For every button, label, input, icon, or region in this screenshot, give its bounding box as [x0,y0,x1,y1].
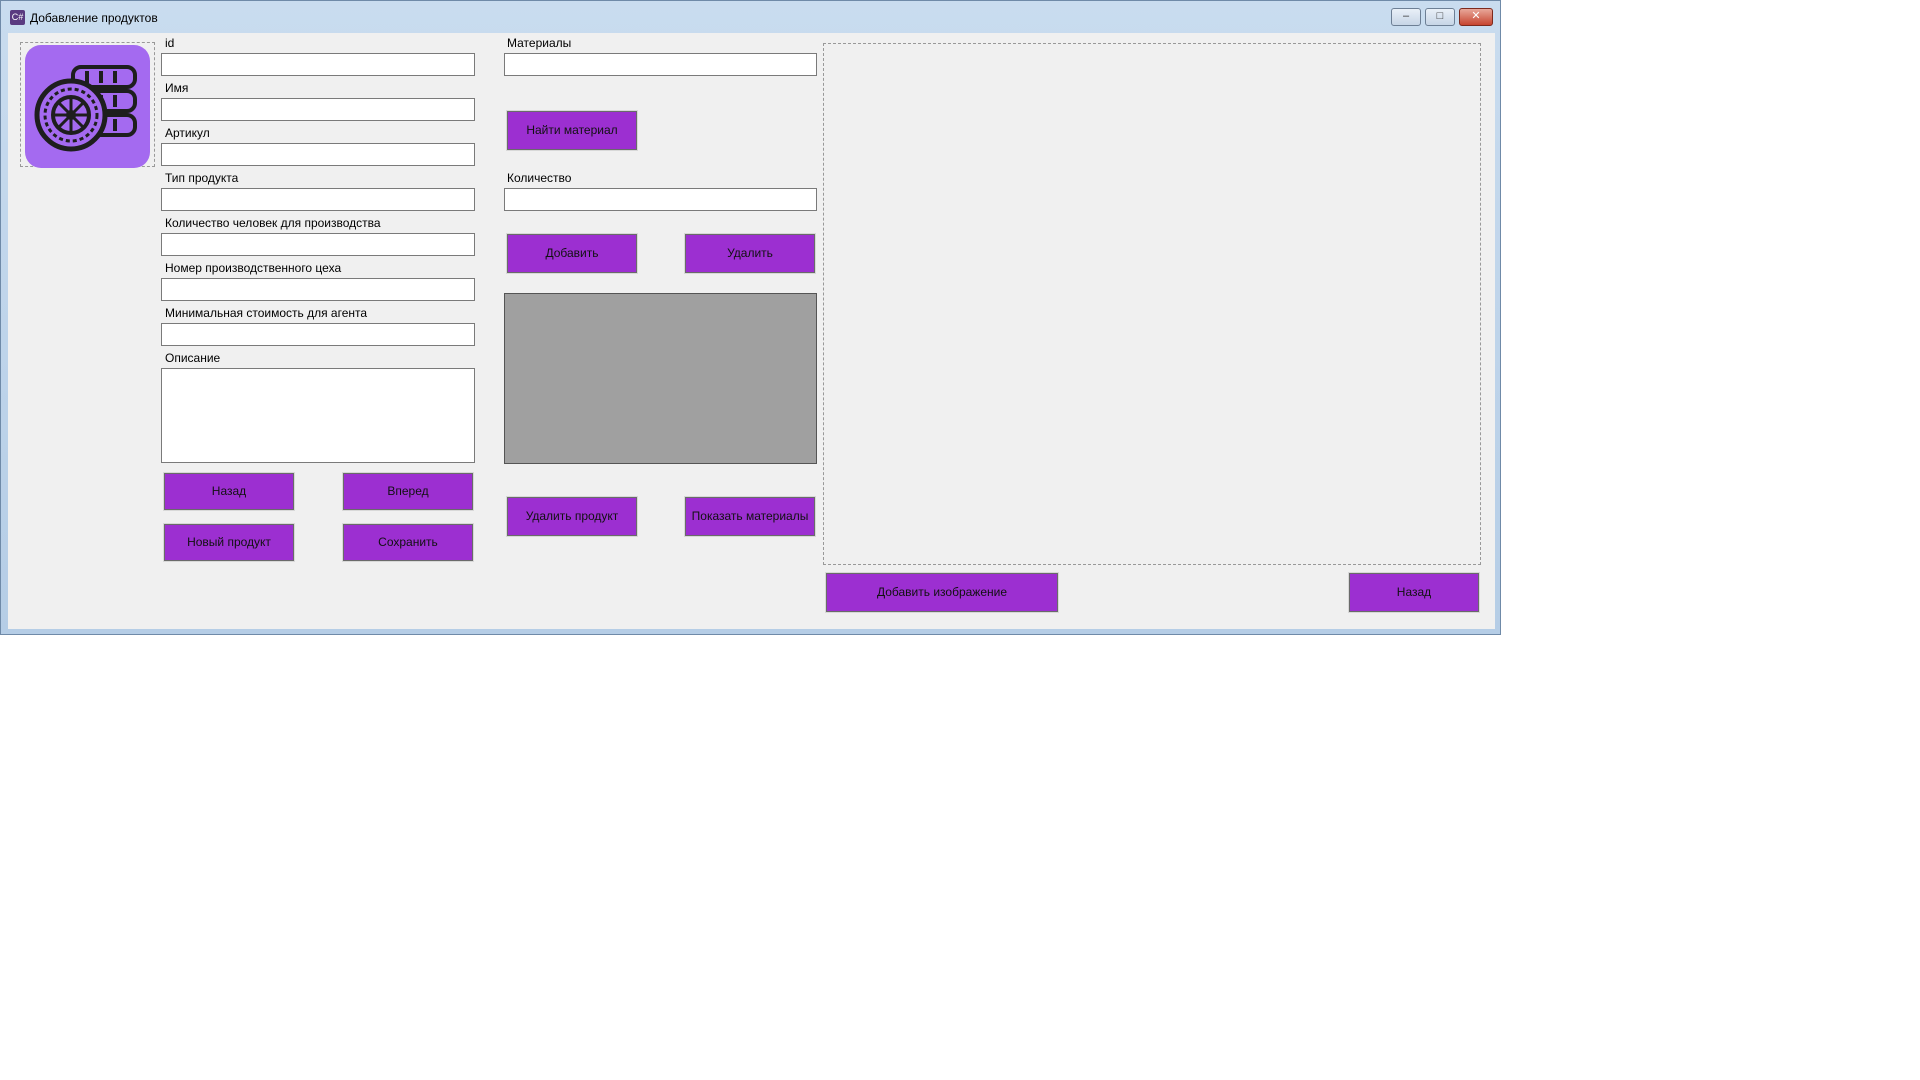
name-input[interactable] [161,98,475,121]
new-product-button[interactable]: Новый продукт [163,523,295,562]
form-client-area: id Имя Артикул Тип продукта Количество ч… [8,33,1495,629]
id-input[interactable] [161,53,475,76]
description-label: Описание [165,351,221,365]
logo-frame [20,42,155,168]
maximize-button[interactable]: □ [1425,8,1455,26]
id-label: id [165,36,175,50]
add-image-button[interactable]: Добавить изображение [825,572,1059,613]
image-back-button[interactable]: Назад [1348,572,1480,613]
people-count-input[interactable] [161,233,475,256]
minimize-icon: – [1402,10,1410,22]
article-input[interactable] [161,143,475,166]
save-button[interactable]: Сохранить [342,523,474,562]
workshop-number-label: Номер производственного цеха [165,261,342,275]
maximize-icon: □ [1436,10,1444,22]
product-type-input[interactable] [161,188,475,211]
name-label: Имя [165,81,189,95]
close-button[interactable]: ✕ [1459,8,1493,26]
product-image-area [823,43,1481,565]
close-icon: ✕ [1471,10,1481,22]
workshop-number-input[interactable] [161,278,475,301]
quantity-input[interactable] [504,188,817,211]
description-textarea[interactable] [161,368,475,463]
add-material-button[interactable]: Добавить [506,233,638,274]
app-icon: C# [10,10,25,25]
product-type-label: Тип продукта [165,171,239,185]
window-title: Добавление продуктов [30,11,158,25]
back-button[interactable]: Назад [163,472,295,511]
tire-wheel-icon [25,45,150,168]
show-materials-button[interactable]: Показать материалы [684,496,816,537]
forward-button[interactable]: Вперед [342,472,474,511]
materials-grid[interactable] [504,293,817,464]
people-count-label: Количество человек для производства [165,216,381,230]
materials-input[interactable] [504,53,817,76]
delete-material-button[interactable]: Удалить [684,233,816,274]
materials-label: Материалы [507,36,572,50]
delete-product-button[interactable]: Удалить продукт [506,496,638,537]
min-cost-input[interactable] [161,323,475,346]
min-cost-label: Минимальная стоимость для агента [165,306,368,320]
product-window: C# Добавление продуктов – □ ✕ id Имя Арт… [0,0,1501,635]
minimize-button[interactable]: – [1391,8,1421,26]
title-bar[interactable]: C# Добавление продуктов – □ ✕ [1,1,1500,33]
find-material-button[interactable]: Найти материал [506,110,638,151]
article-label: Артикул [165,126,210,140]
quantity-label: Количество [507,171,572,185]
